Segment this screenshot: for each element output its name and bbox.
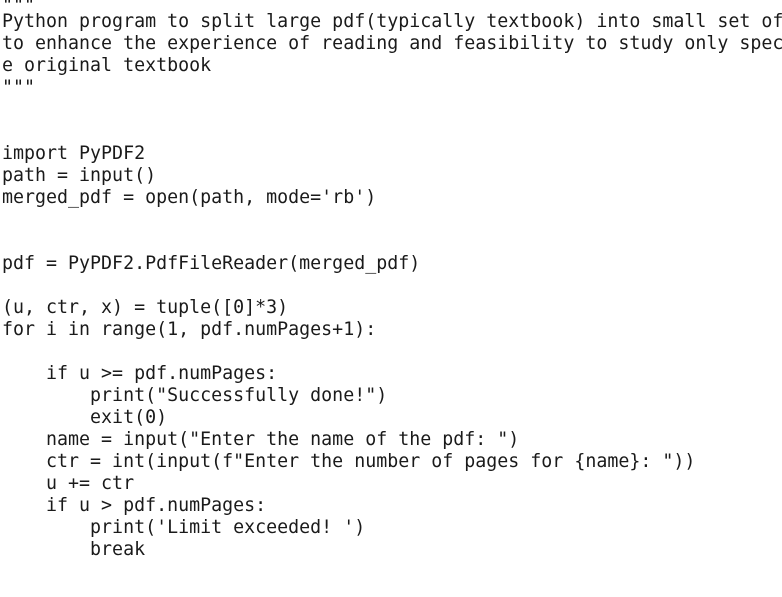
code-line-docstring-3: e original textbook: [2, 55, 212, 76]
code-line-docstring-close: """: [2, 77, 36, 98]
code-line-docstring-1: Python program to split large pdf(typica…: [2, 11, 782, 32]
code-line-name-input: name = input("Enter the name of the pdf:…: [2, 429, 520, 450]
code-line-if-done: if u >= pdf.numPages:: [2, 363, 278, 384]
code-line-for-loop: for i in range(1, pdf.numPages+1):: [2, 319, 377, 340]
code-line-merged-pdf: merged_pdf = open(path, mode='rb'): [2, 187, 377, 208]
code-line-if-exceeded: if u > pdf.numPages:: [2, 495, 267, 516]
code-line-u-increment: u += ctr: [2, 473, 135, 494]
code-line-exit: exit(0): [2, 407, 168, 428]
code-line-print-exceeded: print('Limit exceeded! '): [2, 517, 366, 538]
code-line-print-done: print("Successfully done!"): [2, 385, 388, 406]
code-line-path: path = input(): [2, 165, 157, 186]
code-line-docstring-2: to enhance the experience of reading and…: [2, 33, 782, 54]
code-line-pdf-reader: pdf = PyPDF2.PdfFileReader(merged_pdf): [2, 253, 421, 274]
code-editor-view: """ Python program to split large pdf(ty…: [2, 0, 782, 597]
code-line-ctr-input: ctr = int(input(f"Enter the number of pa…: [2, 451, 696, 472]
code-line-docstring-open: """: [2, 0, 36, 16]
code-line-import: import PyPDF2: [2, 143, 146, 164]
code-line-tuple: (u, ctr, x) = tuple([0]*3): [2, 297, 289, 318]
code-line-break: break: [2, 539, 146, 560]
